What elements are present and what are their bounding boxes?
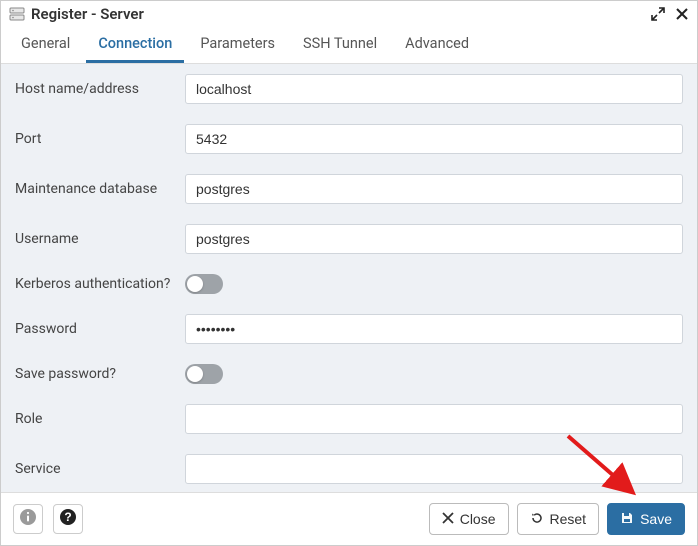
port-input[interactable] <box>185 124 683 154</box>
tab-advanced[interactable]: Advanced <box>393 27 481 63</box>
username-label: Username <box>15 230 175 248</box>
dialog-footer: ? Close <box>1 492 697 545</box>
savepw-label: Save password? <box>15 365 175 383</box>
password-input[interactable] <box>185 314 683 344</box>
reset-icon <box>530 511 544 528</box>
save-icon <box>620 511 634 528</box>
reset-button-label: Reset <box>550 511 587 527</box>
svg-text:?: ? <box>64 510 71 524</box>
close-icon[interactable] <box>675 7 689 21</box>
help-icon: ? <box>59 508 77 530</box>
dialog-header: Register - Server <box>1 1 697 27</box>
maintdb-label: Maintenance database <box>15 180 175 198</box>
savepw-toggle[interactable] <box>185 364 223 384</box>
kerberos-label: Kerberos authentication? <box>15 275 175 293</box>
close-button[interactable]: Close <box>429 503 509 535</box>
password-label: Password <box>15 320 175 338</box>
reset-button[interactable]: Reset <box>517 503 600 535</box>
dialog-title: Register - Server <box>31 5 645 23</box>
close-button-label: Close <box>460 511 496 527</box>
save-button[interactable]: Save <box>607 503 685 535</box>
close-x-icon <box>442 511 454 527</box>
service-input[interactable] <box>185 454 683 484</box>
tab-parameters[interactable]: Parameters <box>188 27 287 63</box>
host-input[interactable] <box>185 74 683 104</box>
tab-connection[interactable]: Connection <box>86 27 184 63</box>
role-label: Role <box>15 410 175 428</box>
help-button[interactable]: ? <box>53 504 83 534</box>
tab-ssh-tunnel[interactable]: SSH Tunnel <box>291 27 389 63</box>
role-input[interactable] <box>185 404 683 434</box>
username-input[interactable] <box>185 224 683 254</box>
service-label: Service <box>15 460 175 478</box>
info-button[interactable] <box>13 504 43 534</box>
kerberos-toggle[interactable] <box>185 274 223 294</box>
tab-bar: General Connection Parameters SSH Tunnel… <box>1 27 697 64</box>
server-icon <box>9 6 25 22</box>
host-label: Host name/address <box>15 80 175 98</box>
expand-icon[interactable] <box>651 7 665 21</box>
form-body: Host name/address Port Maintenance datab… <box>1 64 697 492</box>
maintdb-input[interactable] <box>185 174 683 204</box>
info-icon <box>19 508 37 530</box>
tab-general[interactable]: General <box>9 27 82 63</box>
port-label: Port <box>15 130 175 148</box>
save-button-label: Save <box>640 511 672 527</box>
register-server-dialog: Register - Server General Connection Par… <box>0 0 698 546</box>
